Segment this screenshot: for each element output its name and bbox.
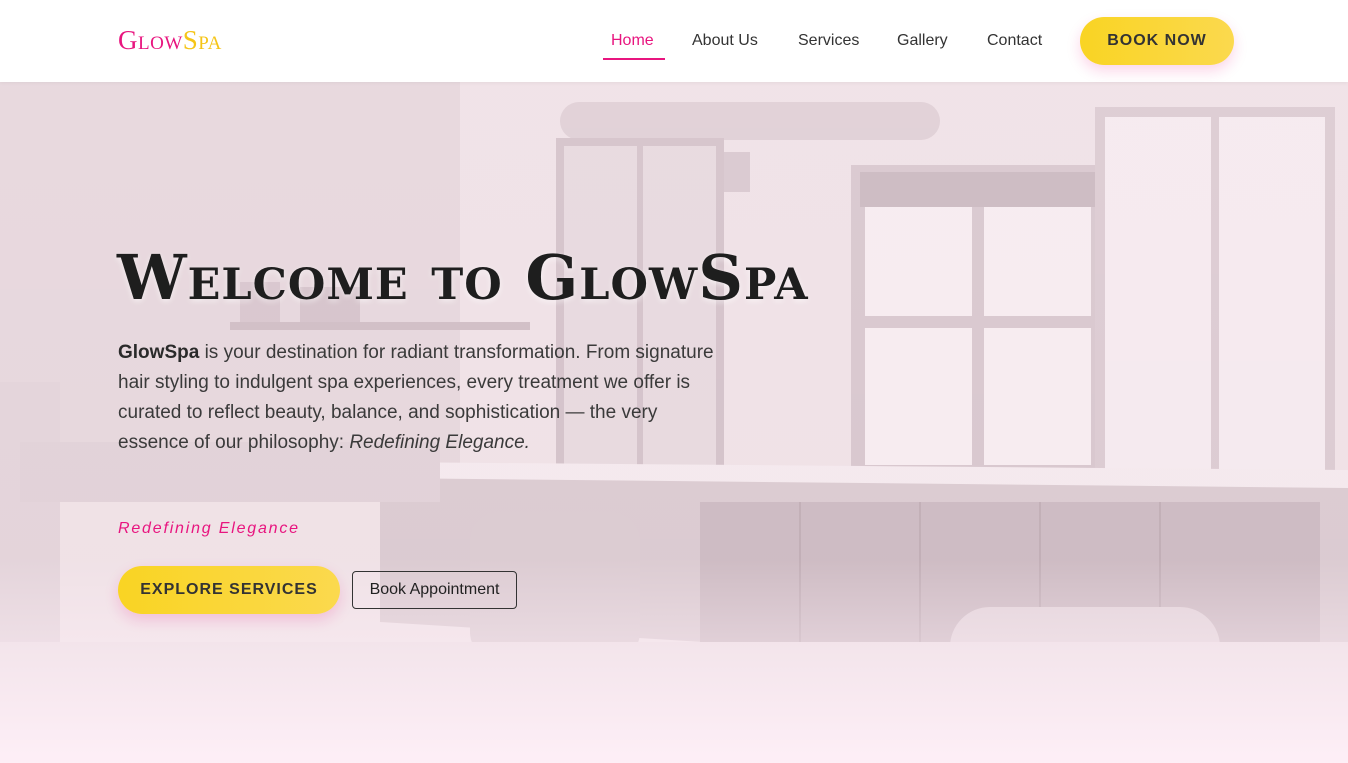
hero-title: Welcome to GlowSpa — [117, 241, 809, 314]
nav-active-underline — [603, 58, 665, 60]
hero-description: GlowSpa is your destination for radiant … — [118, 338, 718, 458]
top-navbar: GlowSpa Home About Us Services Gallery C… — [0, 0, 1348, 82]
hero-description-emphasis: Redefining Elegance. — [349, 432, 530, 453]
nav-link-gallery[interactable]: Gallery — [897, 31, 948, 51]
hero-description-brand: GlowSpa — [118, 342, 200, 363]
nav-link-home[interactable]: Home — [611, 31, 654, 51]
hero-tagline: Redefining Elegance — [118, 520, 300, 537]
explore-services-button[interactable]: EXPLORE SERVICES — [118, 566, 340, 614]
nav-link-about-us[interactable]: About Us — [692, 31, 758, 51]
book-now-button[interactable]: BOOK NOW — [1080, 17, 1234, 65]
hero-section: Welcome to GlowSpa GlowSpa is your desti… — [0, 82, 1348, 763]
nav-link-services[interactable]: Services — [798, 31, 859, 51]
book-appointment-button[interactable]: Book Appointment — [352, 571, 517, 609]
nav-link-contact[interactable]: Contact — [987, 31, 1042, 51]
